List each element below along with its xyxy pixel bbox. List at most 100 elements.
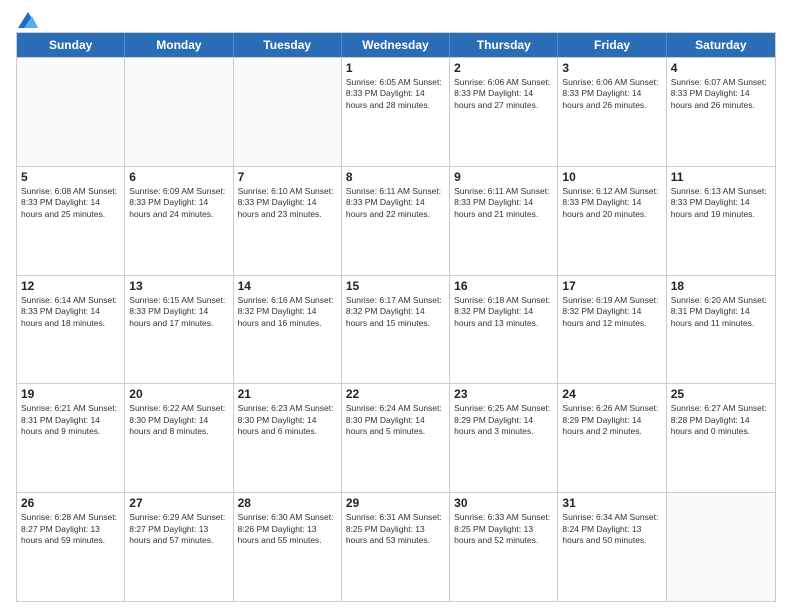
- weekday-header-sunday: Sunday: [17, 33, 125, 57]
- logo-icon: [18, 12, 38, 28]
- day-info: Sunrise: 6:21 AM Sunset: 8:31 PM Dayligh…: [21, 403, 120, 437]
- week-row-5: 26 Sunrise: 6:28 AM Sunset: 8:27 PM Dayli…: [17, 492, 775, 601]
- day-cell-11: 11 Sunrise: 6:13 AM Sunset: 8:33 PM Dayli…: [667, 167, 775, 275]
- day-info: Sunrise: 6:16 AM Sunset: 8:32 PM Dayligh…: [238, 295, 337, 329]
- day-info: Sunrise: 6:26 AM Sunset: 8:29 PM Dayligh…: [562, 403, 661, 437]
- day-cell-27: 27Sunrise: 6:29 AM Sunset: 8:27 PM Dayli…: [125, 493, 233, 601]
- weekday-header-friday: Friday: [558, 33, 666, 57]
- day-number: 6: [129, 170, 228, 184]
- day-number: 3: [562, 61, 661, 75]
- day-info: Sunrise: 6:33 AM Sunset: 8:25 PM Dayligh…: [454, 512, 553, 546]
- day-cell-4: 4 Sunrise: 6:07 AM Sunset: 8:33 PM Daylig…: [667, 58, 775, 166]
- day-cell-21: 21 Sunrise: 6:23 AM Sunset: 8:30 PM Dayli…: [234, 384, 342, 492]
- day-number: 27: [129, 496, 228, 510]
- day-number: 9: [454, 170, 553, 184]
- day-info: Sunrise: 6:05 AM Sunset: 8:33 PM Dayligh…: [346, 77, 445, 111]
- calendar-header: SundayMondayTuesdayWednesdayThursdayFrid…: [17, 33, 775, 57]
- day-cell-12: 12 Sunrise: 6:14 AM Sunset: 8:33 PM Dayli…: [17, 276, 125, 384]
- day-info: Sunrise: 6:30 AM Sunset: 8:26 PM Dayligh…: [238, 512, 337, 546]
- day-cell-9: 9 Sunrise: 6:11 AM Sunset: 8:33 PM Daylig…: [450, 167, 558, 275]
- empty-cell: [234, 58, 342, 166]
- day-number: 1: [346, 61, 445, 75]
- day-info: Sunrise: 6:14 AM Sunset: 8:33 PM Dayligh…: [21, 295, 120, 329]
- day-info: Sunrise: 6:34 AM Sunset: 8:24 PM Dayligh…: [562, 512, 661, 546]
- day-number: 28: [238, 496, 337, 510]
- day-cell-17: 17 Sunrise: 6:19 AM Sunset: 8:32 PM Dayli…: [558, 276, 666, 384]
- empty-cell: [125, 58, 233, 166]
- day-number: 7: [238, 170, 337, 184]
- weekday-header-saturday: Saturday: [667, 33, 775, 57]
- week-row-4: 19 Sunrise: 6:21 AM Sunset: 8:31 PM Dayli…: [17, 383, 775, 492]
- day-info: Sunrise: 6:24 AM Sunset: 8:30 PM Dayligh…: [346, 403, 445, 437]
- day-info: Sunrise: 6:17 AM Sunset: 8:32 PM Dayligh…: [346, 295, 445, 329]
- day-number: 5: [21, 170, 120, 184]
- day-cell-14: 14 Sunrise: 6:16 AM Sunset: 8:32 PM Dayli…: [234, 276, 342, 384]
- day-number: 26: [21, 496, 120, 510]
- calendar: SundayMondayTuesdayWednesdayThursdayFrid…: [16, 32, 776, 602]
- day-cell-18: 18 Sunrise: 6:20 AM Sunset: 8:31 PM Dayli…: [667, 276, 775, 384]
- day-cell-8: 8Sunrise: 6:11 AM Sunset: 8:33 PM Daylig…: [342, 167, 450, 275]
- day-info: Sunrise: 6:12 AM Sunset: 8:33 PM Dayligh…: [562, 186, 661, 220]
- day-cell-7: 7Sunrise: 6:10 AM Sunset: 8:33 PM Daylig…: [234, 167, 342, 275]
- day-number: 18: [671, 279, 771, 293]
- day-number: 10: [562, 170, 661, 184]
- weekday-header-wednesday: Wednesday: [342, 33, 450, 57]
- day-info: Sunrise: 6:23 AM Sunset: 8:30 PM Dayligh…: [238, 403, 337, 437]
- day-number: 19: [21, 387, 120, 401]
- empty-cell: [667, 493, 775, 601]
- day-info: Sunrise: 6:11 AM Sunset: 8:33 PM Dayligh…: [454, 186, 553, 220]
- day-cell-29: 29 Sunrise: 6:31 AM Sunset: 8:25 PM Dayli…: [342, 493, 450, 601]
- day-number: 8: [346, 170, 445, 184]
- day-cell-24: 24 Sunrise: 6:26 AM Sunset: 8:29 PM Dayli…: [558, 384, 666, 492]
- day-info: Sunrise: 6:09 AM Sunset: 8:33 PM Dayligh…: [129, 186, 228, 220]
- day-cell-6: 6 Sunrise: 6:09 AM Sunset: 8:33 PM Daylig…: [125, 167, 233, 275]
- day-cell-13: 13 Sunrise: 6:15 AM Sunset: 8:33 PM Dayli…: [125, 276, 233, 384]
- day-number: 25: [671, 387, 771, 401]
- empty-cell: [17, 58, 125, 166]
- day-cell-25: 25Sunrise: 6:27 AM Sunset: 8:28 PM Dayli…: [667, 384, 775, 492]
- day-cell-28: 28 Sunrise: 6:30 AM Sunset: 8:26 PM Dayli…: [234, 493, 342, 601]
- day-info: Sunrise: 6:31 AM Sunset: 8:25 PM Dayligh…: [346, 512, 445, 546]
- day-number: 13: [129, 279, 228, 293]
- day-number: 15: [346, 279, 445, 293]
- day-info: Sunrise: 6:19 AM Sunset: 8:32 PM Dayligh…: [562, 295, 661, 329]
- day-info: Sunrise: 6:22 AM Sunset: 8:30 PM Dayligh…: [129, 403, 228, 437]
- day-number: 14: [238, 279, 337, 293]
- weekday-header-monday: Monday: [125, 33, 233, 57]
- day-info: Sunrise: 6:08 AM Sunset: 8:33 PM Dayligh…: [21, 186, 120, 220]
- logo: [16, 12, 38, 24]
- day-number: 21: [238, 387, 337, 401]
- day-number: 24: [562, 387, 661, 401]
- day-info: Sunrise: 6:06 AM Sunset: 8:33 PM Dayligh…: [454, 77, 553, 111]
- day-info: Sunrise: 6:15 AM Sunset: 8:33 PM Dayligh…: [129, 295, 228, 329]
- day-number: 2: [454, 61, 553, 75]
- day-info: Sunrise: 6:25 AM Sunset: 8:29 PM Dayligh…: [454, 403, 553, 437]
- day-number: 4: [671, 61, 771, 75]
- day-cell-26: 26 Sunrise: 6:28 AM Sunset: 8:27 PM Dayli…: [17, 493, 125, 601]
- page: SundayMondayTuesdayWednesdayThursdayFrid…: [0, 0, 792, 612]
- week-row-1: 1 Sunrise: 6:05 AM Sunset: 8:33 PM Daylig…: [17, 57, 775, 166]
- day-info: Sunrise: 6:28 AM Sunset: 8:27 PM Dayligh…: [21, 512, 120, 546]
- day-number: 16: [454, 279, 553, 293]
- day-number: 12: [21, 279, 120, 293]
- day-cell-3: 3Sunrise: 6:06 AM Sunset: 8:33 PM Daylig…: [558, 58, 666, 166]
- day-cell-22: 22 Sunrise: 6:24 AM Sunset: 8:30 PM Dayli…: [342, 384, 450, 492]
- day-cell-23: 23Sunrise: 6:25 AM Sunset: 8:29 PM Dayli…: [450, 384, 558, 492]
- day-number: 11: [671, 170, 771, 184]
- day-number: 29: [346, 496, 445, 510]
- day-cell-16: 16 Sunrise: 6:18 AM Sunset: 8:32 PM Dayli…: [450, 276, 558, 384]
- day-info: Sunrise: 6:13 AM Sunset: 8:33 PM Dayligh…: [671, 186, 771, 220]
- day-number: 17: [562, 279, 661, 293]
- day-cell-2: 2 Sunrise: 6:06 AM Sunset: 8:33 PM Daylig…: [450, 58, 558, 166]
- day-cell-31: 31 Sunrise: 6:34 AM Sunset: 8:24 PM Dayli…: [558, 493, 666, 601]
- day-number: 31: [562, 496, 661, 510]
- day-info: Sunrise: 6:07 AM Sunset: 8:33 PM Dayligh…: [671, 77, 771, 111]
- day-number: 22: [346, 387, 445, 401]
- day-info: Sunrise: 6:18 AM Sunset: 8:32 PM Dayligh…: [454, 295, 553, 329]
- day-number: 30: [454, 496, 553, 510]
- day-info: Sunrise: 6:20 AM Sunset: 8:31 PM Dayligh…: [671, 295, 771, 329]
- calendar-body: 1 Sunrise: 6:05 AM Sunset: 8:33 PM Daylig…: [17, 57, 775, 601]
- week-row-3: 12 Sunrise: 6:14 AM Sunset: 8:33 PM Dayli…: [17, 275, 775, 384]
- day-cell-15: 15 Sunrise: 6:17 AM Sunset: 8:32 PM Dayli…: [342, 276, 450, 384]
- day-cell-10: 10 Sunrise: 6:12 AM Sunset: 8:33 PM Dayli…: [558, 167, 666, 275]
